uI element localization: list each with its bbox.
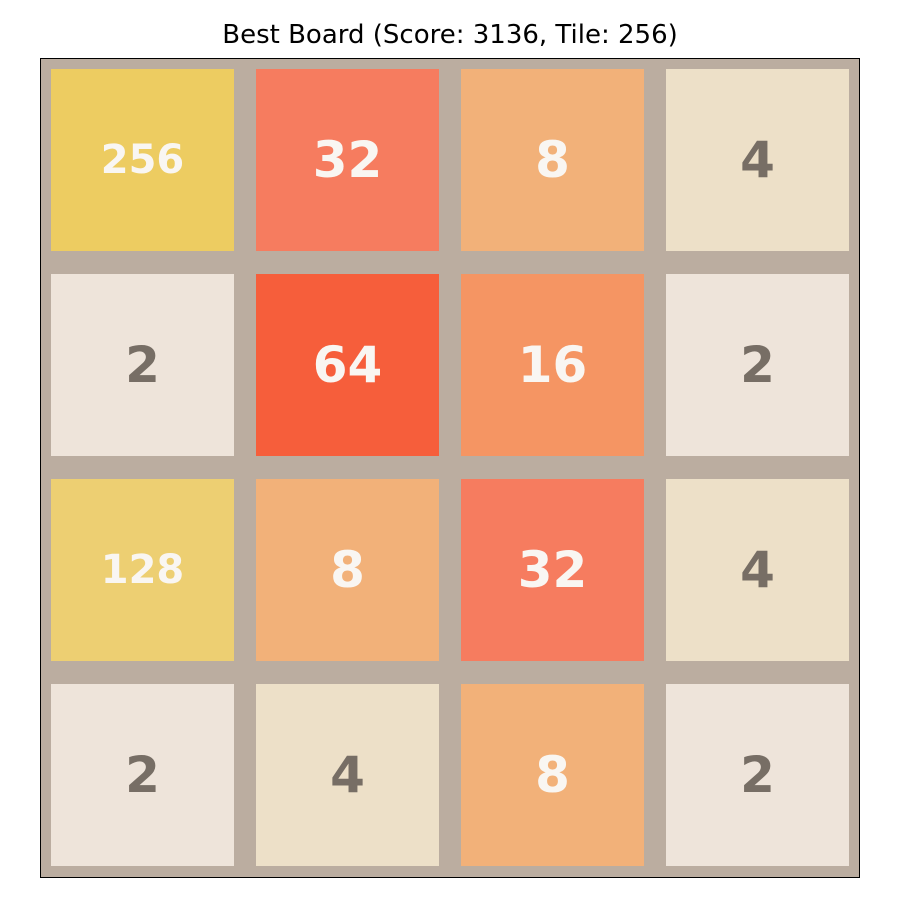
tile-value: 32 — [517, 541, 588, 599]
tile-r0-c1: 32 — [256, 69, 439, 251]
tile-r0-c0: 256 — [51, 69, 234, 251]
tile-r1-c3: 2 — [666, 274, 849, 456]
tile-value: 2 — [740, 336, 775, 394]
tile-value: 2 — [125, 746, 160, 804]
tile-value: 8 — [330, 541, 365, 599]
tile-value: 32 — [312, 131, 383, 189]
tile-r3-c3: 2 — [666, 684, 849, 866]
tile-r2-c3: 4 — [666, 479, 849, 661]
tile-r0-c2: 8 — [461, 69, 644, 251]
tile-value: 4 — [740, 541, 775, 599]
tile-value: 4 — [740, 131, 775, 189]
tile-r3-c1: 4 — [256, 684, 439, 866]
tile-r3-c0: 2 — [51, 684, 234, 866]
game-board: 256 32 8 4 2 64 16 2 128 8 32 4 2 4 8 2 — [40, 58, 860, 878]
tile-r2-c2: 32 — [461, 479, 644, 661]
tile-value: 8 — [535, 746, 570, 804]
tile-value: 64 — [312, 336, 383, 394]
tile-r2-c1: 8 — [256, 479, 439, 661]
tile-value: 4 — [330, 746, 365, 804]
tile-r1-c1: 64 — [256, 274, 439, 456]
tile-value: 8 — [535, 131, 570, 189]
tile-value: 2 — [125, 336, 160, 394]
tile-r1-c2: 16 — [461, 274, 644, 456]
tile-r2-c0: 128 — [51, 479, 234, 661]
tile-r0-c3: 4 — [666, 69, 849, 251]
tile-r1-c0: 2 — [51, 274, 234, 456]
tile-value: 256 — [100, 137, 185, 183]
tile-r3-c2: 8 — [461, 684, 644, 866]
board-title: Best Board (Score: 3136, Tile: 256) — [222, 20, 678, 50]
tile-value: 128 — [100, 547, 185, 593]
tile-value: 2 — [740, 746, 775, 804]
tile-value: 16 — [517, 336, 588, 394]
